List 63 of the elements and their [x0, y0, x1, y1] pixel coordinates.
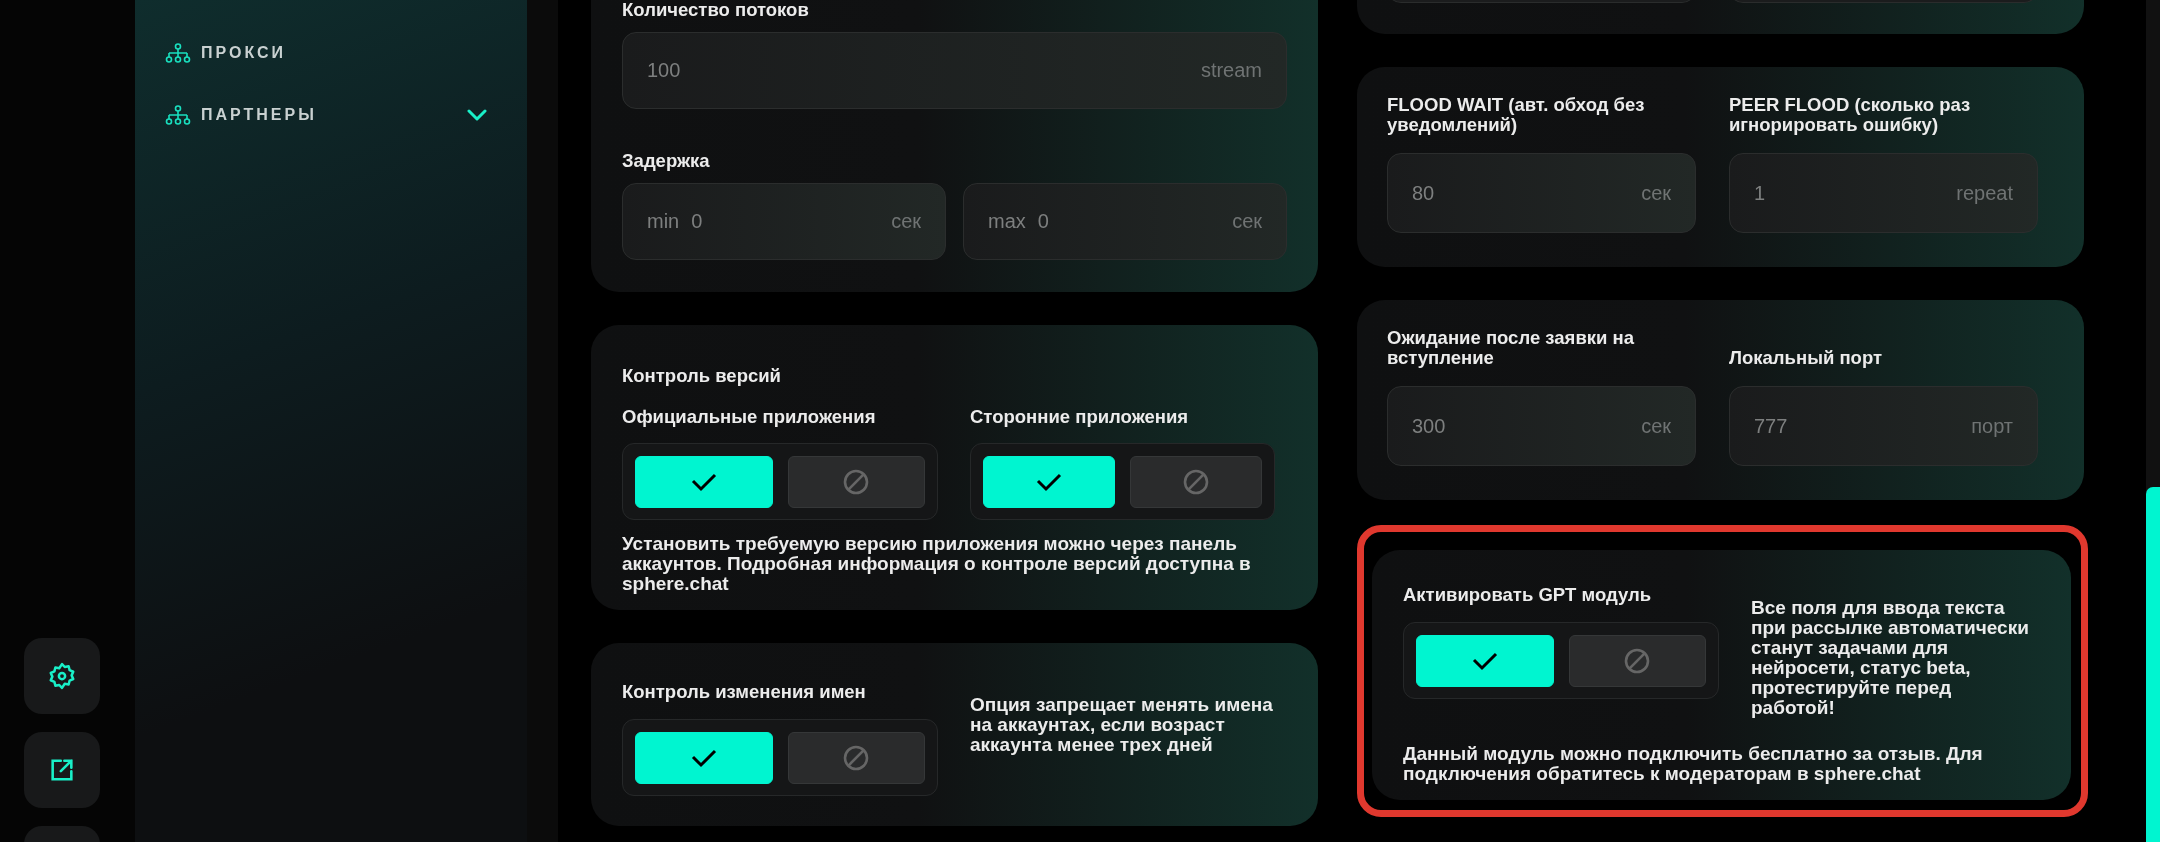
- field-label: Задержка: [622, 151, 711, 171]
- sidebar-item[interactable]: ПРОКСИ: [165, 38, 487, 68]
- field-unit: сек: [891, 210, 921, 233]
- field-unit: сек: [1641, 181, 1671, 205]
- sidebar-item[interactable]: ПАРТНЕРЫ: [165, 100, 487, 130]
- check-icon: [690, 471, 717, 492]
- field-unit: stream: [1200, 59, 1262, 82]
- info-text: Опция запрещает менять имена на аккаунтах, если возраст аккаунта менее трех дней: [970, 695, 1274, 755]
- input-field[interactable]: 300 сек: [1387, 386, 1696, 466]
- toggle-label: Сторонние приложения: [970, 407, 1190, 427]
- check-icon: [1036, 471, 1062, 492]
- field-unit: repeat: [1956, 181, 2013, 205]
- external-link-button[interactable]: [24, 732, 100, 808]
- field-label: FLOOD WAIT (авт. обход без уведомлений): [1387, 95, 1646, 135]
- field-label: PEER FLOOD (сколько раз игнорировать ошибку): [1729, 95, 1972, 135]
- field-prefix: max: [988, 210, 1026, 233]
- hierarchy-icon: [165, 105, 191, 125]
- check-icon: [1471, 650, 1498, 671]
- field-label: Локальный порт: [1729, 346, 1884, 368]
- enable-button[interactable]: [635, 455, 773, 508]
- toggle-label: Официальные приложения: [622, 407, 877, 427]
- disable-button[interactable]: [1568, 634, 1706, 687]
- hierarchy-icon: [165, 43, 191, 63]
- field-unit: сек: [1641, 414, 1671, 438]
- enable-button[interactable]: [1416, 634, 1554, 687]
- input-field[interactable]: 777 порт: [1729, 386, 2038, 466]
- disable-button[interactable]: [787, 455, 925, 508]
- prohibited-icon: [843, 744, 870, 771]
- disable-button[interactable]: [1130, 455, 1262, 508]
- prohibited-icon: [843, 468, 870, 495]
- prohibited-icon: [1624, 647, 1651, 674]
- info-text: Данный модуль можно подключить бесплатно за отзыв. Для подключения обратитесь к модераторам в sphere.chat: [1403, 744, 1984, 784]
- card-title: Контроль изменения имен: [622, 681, 867, 703]
- info-text: Установить требуемую версию приложения можно через панель аккаунтов. Подробная информация о контроле версий доступна в sphere.chat: [622, 534, 1252, 594]
- field-unit: сек: [1232, 210, 1262, 233]
- input-field[interactable]: 80 сек: [1387, 153, 1696, 233]
- field-unit: порт: [1971, 414, 2013, 438]
- enable-button[interactable]: [983, 455, 1115, 508]
- prohibited-icon: [1183, 468, 1209, 495]
- field-value: 300: [1412, 414, 1447, 438]
- card-title: Контроль версий: [622, 365, 782, 387]
- field-value: 1: [1754, 181, 1767, 205]
- input-field[interactable]: 100 stream: [622, 32, 1287, 109]
- card-title: Активировать GPT модуль: [1403, 584, 1653, 606]
- disable-button[interactable]: [787, 731, 925, 784]
- field-label: Ожидание после заявки на вступление: [1387, 328, 1635, 368]
- field-label: Количество потоков: [622, 0, 810, 20]
- field-value: 777: [1754, 414, 1789, 438]
- enable-button[interactable]: [635, 731, 773, 784]
- settings-button[interactable]: [24, 638, 100, 714]
- field-value: 80: [1412, 181, 1436, 205]
- scrollbar-thumb[interactable]: [2146, 487, 2160, 842]
- field-value: 100: [647, 59, 682, 82]
- input-field[interactable]: min 0 сек: [622, 183, 946, 260]
- settings-icon: [47, 661, 77, 691]
- field-value: 0: [1037, 210, 1050, 233]
- external-link-icon: [48, 756, 76, 784]
- field-prefix: min: [647, 210, 680, 233]
- check-icon: [690, 747, 717, 768]
- input-field[interactable]: 1 repeat: [1729, 153, 2038, 233]
- input-field[interactable]: max 0 сек: [963, 183, 1287, 260]
- field-value: 0: [691, 210, 704, 233]
- info-text: Все поля для ввода текста при рассылке автоматически станут задачами для нейросети, статус beta, протестируйте перед работой!: [1751, 598, 2030, 718]
